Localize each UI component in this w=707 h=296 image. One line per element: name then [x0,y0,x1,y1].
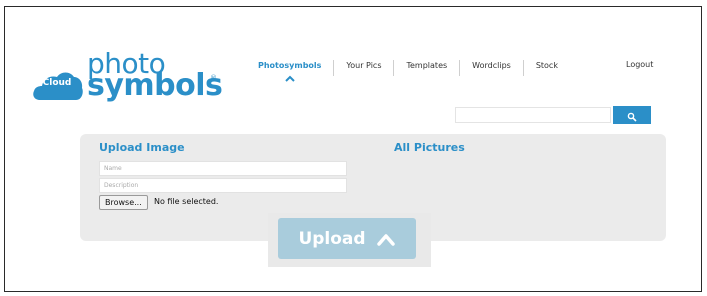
upload-button-label: Upload [298,228,366,249]
all-pictures-link[interactable]: All Pictures [394,141,465,154]
search-button[interactable] [613,106,651,124]
file-status-text: No file selected. [154,197,219,206]
chevron-up-icon [376,233,395,246]
upload-image-heading: Upload Image [99,141,185,154]
nav-item-label: Photosymbols [258,61,322,70]
browse-button[interactable]: Browse... [99,195,148,210]
nav-item-photosymbols[interactable]: Photosymbols [246,60,335,82]
nav-item-wordclips[interactable]: Wordclips [460,60,524,76]
registered-mark: ® [210,74,217,82]
nav-item-label: Templates [406,61,448,70]
cloud-label: Cloud [42,78,72,88]
search-input[interactable] [455,107,611,123]
chevron-up-icon [284,75,295,82]
photosymbols-logo[interactable]: Cloud photo symbols ® [32,50,223,104]
nav-item-label: Wordclips [472,61,511,70]
logout-link[interactable]: Logout [626,60,653,69]
nav-item-stock[interactable]: Stock [524,60,570,76]
main-nav: Photosymbols Your Pics Templates Wordcli… [246,60,570,84]
search-icon [627,112,637,122]
nav-item-templates[interactable]: Templates [394,60,461,76]
logo-symbols-text: symbols [87,68,223,103]
name-field[interactable] [99,161,347,176]
nav-item-label: Stock [535,61,558,70]
nav-item-label: Your Pics [346,61,382,70]
upload-button[interactable]: Upload [278,218,416,259]
nav-item-your-pics[interactable]: Your Pics [334,60,395,76]
description-field[interactable] [99,178,347,193]
